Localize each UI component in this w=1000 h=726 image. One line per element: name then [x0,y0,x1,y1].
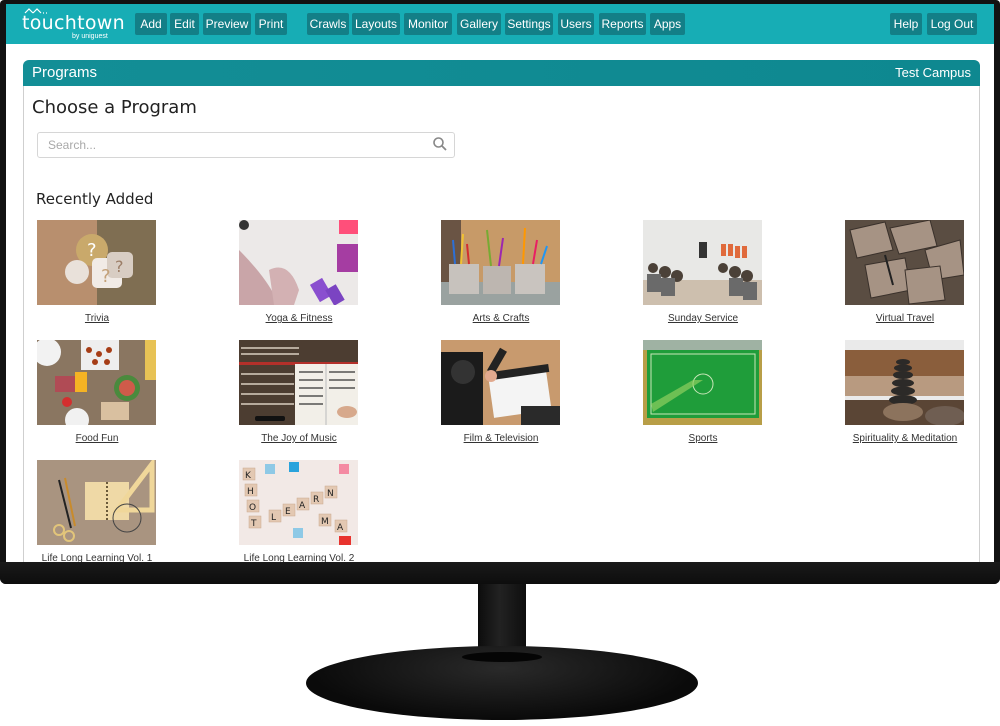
svg-text:L: L [271,513,276,523]
svg-text:A: A [337,523,344,533]
logo-subtitle: by uniguest [72,33,108,40]
search-box [37,132,455,158]
svg-text:R: R [313,495,319,505]
nav-reports-button[interactable]: Reports [599,13,646,35]
sports-field-image [643,340,762,425]
panel-header: Programs Test Campus [23,60,980,86]
search-icon[interactable] [432,136,448,152]
program-label[interactable]: Film & Television [421,433,581,444]
nav-layouts-button[interactable]: Layouts [352,13,400,35]
touchtown-logo[interactable]: touchtown by uniguest [20,6,125,42]
program-label[interactable]: Food Fun [17,433,177,444]
program-label[interactable]: Trivia [17,313,177,324]
food-table-image [37,340,156,425]
sneakers-dumbbells-image [239,220,358,305]
campus-name: Test Campus [895,65,971,80]
piano-sheet-music-image [239,340,358,425]
program-card-arts-crafts[interactable]: Arts & Crafts [421,220,581,335]
svg-text:A: A [299,501,306,511]
stacked-stones-image [845,340,964,425]
nav-preview-button[interactable]: Preview [203,13,251,35]
scrabble-tiles-image: KHOTLEARNMA [239,460,358,545]
logo-name: touchtown [22,12,125,34]
program-card-life-long-learning-vol-2[interactable]: KHOTLEARNMA Life Long Learning Vol. 2 [219,460,379,562]
nav-users-button[interactable]: Users [558,13,594,35]
program-label[interactable]: Yoga & Fitness [219,313,379,324]
program-card-spirituality-meditation[interactable]: Spirituality & Meditation [825,340,985,455]
section-title-recently-added: Recently Added [36,190,154,208]
program-card-joy-of-music[interactable]: The Joy of Music [219,340,379,455]
program-label[interactable]: Life Long Learning Vol. 2 [219,553,379,562]
screen: touchtown by uniguest Add Edit Preview P… [6,4,994,562]
svg-text:H: H [247,487,254,497]
program-label[interactable]: The Joy of Music [219,433,379,444]
monitor-stand-collar [462,652,542,662]
program-label[interactable]: Spirituality & Meditation [825,433,985,444]
nav-edit-button[interactable]: Edit [170,13,199,35]
program-card-yoga-fitness[interactable]: Yoga & Fitness [219,220,379,335]
svg-text:T: T [250,519,257,529]
maps-image [845,220,964,305]
nav-settings-button[interactable]: Settings [505,13,553,35]
nav-logout-button[interactable]: Log Out [927,13,977,35]
clapperboard-image [441,340,560,425]
search-input[interactable] [46,136,430,154]
svg-text:N: N [327,489,334,499]
art-supplies-image [441,220,560,305]
programs-panel: Programs Test Campus Choose a Program Re… [23,60,980,562]
svg-text:M: M [321,517,329,527]
stationery-image [37,460,156,545]
nav-gallery-button[interactable]: Gallery [457,13,501,35]
page-title: Choose a Program [32,97,197,118]
nav-add-button[interactable]: Add [135,13,167,35]
question-marks-image: ??? [37,220,156,305]
program-card-sports[interactable]: Sports [623,340,783,455]
nav-help-button[interactable]: Help [890,13,922,35]
program-label[interactable]: Sunday Service [623,313,783,324]
program-label[interactable]: Life Long Learning Vol. 1 [17,553,177,562]
svg-text:?: ? [87,240,97,261]
nav-print-button[interactable]: Print [255,13,287,35]
svg-text:E: E [285,507,291,517]
nav-monitor-button[interactable]: Monitor [404,13,452,35]
congregation-image [643,220,762,305]
svg-text:?: ? [101,266,111,287]
nav-crawls-button[interactable]: Crawls [307,13,349,35]
panel-title: Programs [32,64,98,81]
svg-text:?: ? [115,257,124,276]
svg-text:O: O [249,503,256,513]
program-card-life-long-learning-vol-1[interactable]: Life Long Learning Vol. 1 [17,460,177,562]
program-label[interactable]: Arts & Crafts [421,313,581,324]
program-card-trivia[interactable]: ??? Trivia [17,220,177,335]
program-card-food-fun[interactable]: Food Fun [17,340,177,455]
nav-apps-button[interactable]: Apps [650,13,685,35]
monitor-bezel [0,562,1000,584]
program-label[interactable]: Virtual Travel [825,313,985,324]
program-card-film-television[interactable]: Film & Television [421,340,581,455]
program-card-sunday-service[interactable]: Sunday Service [623,220,783,335]
program-label[interactable]: Sports [623,433,783,444]
top-navigation-bar: touchtown by uniguest Add Edit Preview P… [6,4,994,44]
program-card-virtual-travel[interactable]: Virtual Travel [825,220,985,335]
